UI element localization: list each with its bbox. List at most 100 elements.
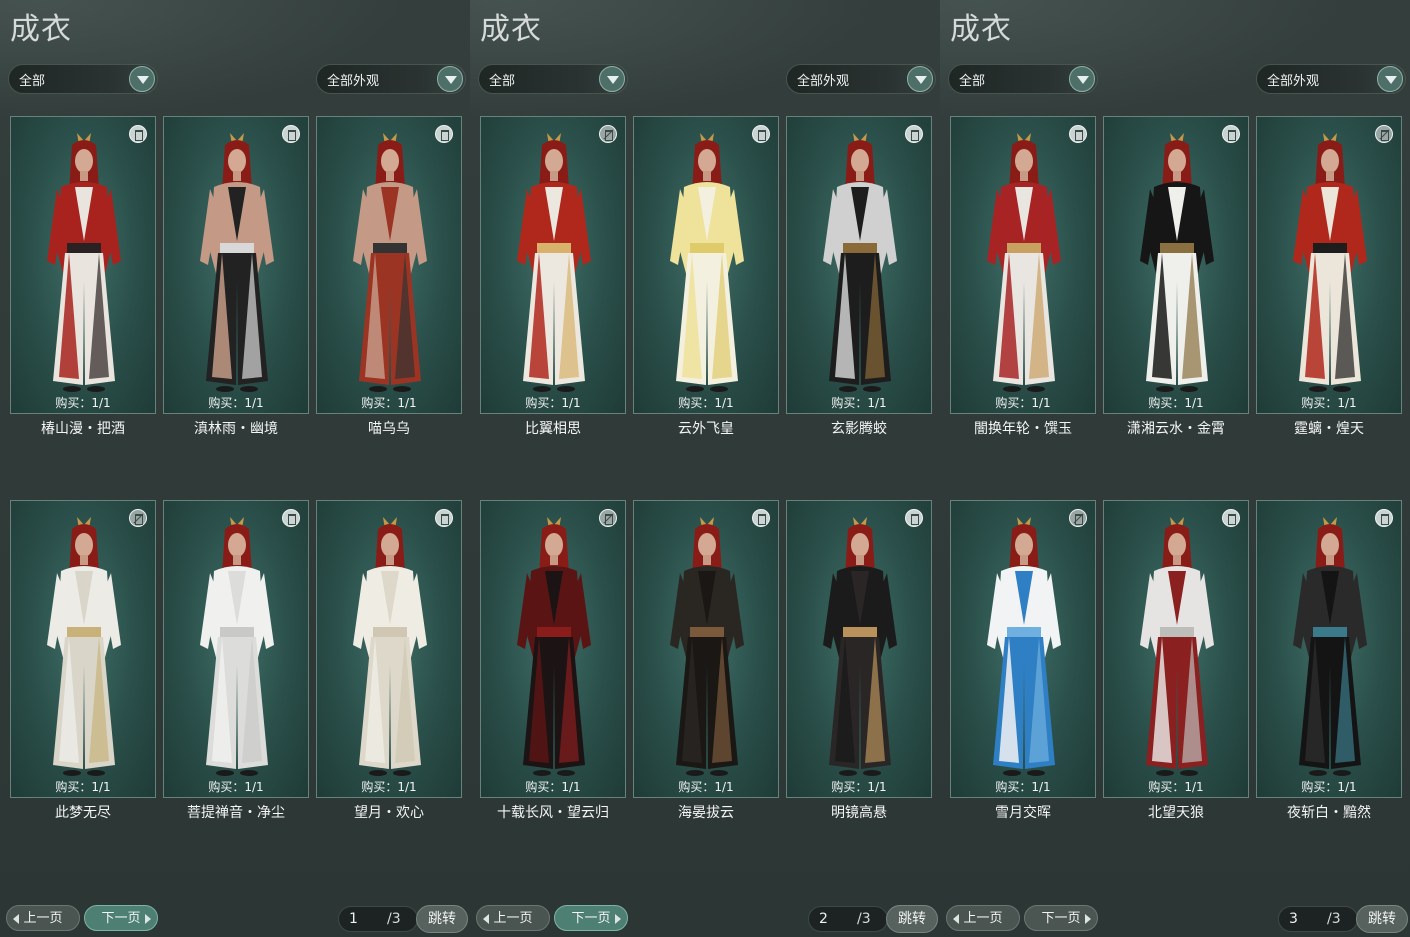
outfit-card[interactable]: 购买：1/1 bbox=[950, 500, 1096, 798]
jump-button[interactable]: 跳转 bbox=[416, 905, 468, 933]
trash-icon[interactable] bbox=[1375, 509, 1393, 527]
current-page: 2 bbox=[819, 911, 828, 927]
prev-page-button[interactable]: 上一页 bbox=[476, 905, 550, 931]
purchase-count: 购买：1/1 bbox=[1257, 778, 1401, 795]
purchase-count-text: 购买：1/1 bbox=[831, 396, 887, 410]
next-page-button[interactable]: 下一页 bbox=[84, 905, 158, 931]
purchase-count-text: 购买：1/1 bbox=[678, 396, 734, 410]
outfit-card[interactable]: 购买：1/1 bbox=[316, 116, 462, 414]
trash-icon[interactable] bbox=[1069, 125, 1087, 143]
jump-button[interactable]: 跳转 bbox=[1356, 905, 1408, 933]
appearance-filter-dropdown[interactable]: 全部外观 bbox=[316, 64, 466, 94]
outfit-card[interactable]: 购买：1/1 bbox=[1103, 116, 1249, 414]
outfit-preview-image bbox=[47, 517, 121, 776]
prev-page-button[interactable]: 上一页 bbox=[946, 905, 1020, 931]
trash-icon[interactable] bbox=[752, 509, 770, 527]
trash-icon[interactable] bbox=[599, 125, 617, 143]
outfit-card[interactable]: 购买：1/1 bbox=[480, 116, 626, 414]
outfit-preview-image bbox=[353, 133, 427, 392]
trash-icon[interactable] bbox=[1222, 125, 1240, 143]
outfit-card[interactable]: 购买：1/1 bbox=[10, 116, 156, 414]
trash-icon[interactable] bbox=[282, 509, 300, 527]
next-page-button[interactable]: 下一页 bbox=[554, 905, 628, 931]
purchase-count-text: 购买：1/1 bbox=[678, 780, 734, 794]
trash-icon[interactable] bbox=[435, 125, 453, 143]
outfit-name: 椿山漫・把酒 bbox=[41, 421, 125, 437]
appearance-filter-dropdown[interactable]: 全部外观 bbox=[786, 64, 936, 94]
outfit-name: 此梦无尽 bbox=[55, 805, 111, 821]
outfit-name: 滇林雨・幽境 bbox=[194, 421, 278, 437]
category-filter-dropdown[interactable]: 全部 bbox=[478, 64, 628, 94]
purchase-count: 购买：1/1 bbox=[164, 778, 308, 795]
chevron-down-icon[interactable] bbox=[1069, 66, 1095, 92]
page-number-input[interactable]: 1/3 bbox=[338, 906, 418, 932]
prev-page-button[interactable]: 上一页 bbox=[6, 905, 80, 931]
outfit-preview-image bbox=[670, 133, 744, 392]
outfit-card[interactable]: 购买：1/1 bbox=[163, 500, 309, 798]
panel-title: 成衣 bbox=[950, 12, 1012, 47]
purchase-count: 购买：1/1 bbox=[634, 778, 778, 795]
purchase-count-text: 购买：1/1 bbox=[1148, 780, 1204, 794]
outfit-card[interactable]: 购买：1/1 bbox=[786, 116, 932, 414]
outfit-card[interactable]: 购买：1/1 bbox=[1103, 500, 1249, 798]
total-pages: /3 bbox=[387, 911, 401, 927]
chevron-down-icon[interactable] bbox=[1377, 66, 1403, 92]
panel-title: 成衣 bbox=[10, 12, 72, 47]
outfit-card[interactable]: 购买：1/1 bbox=[950, 116, 1096, 414]
chevron-down-icon[interactable] bbox=[599, 66, 625, 92]
outfit-name: 云外飞皇 bbox=[678, 421, 734, 437]
outfit-name: 比翼相思 bbox=[525, 421, 581, 437]
outfit-preview-image bbox=[200, 517, 274, 776]
trash-icon[interactable] bbox=[282, 125, 300, 143]
trash-icon[interactable] bbox=[752, 125, 770, 143]
trash-icon[interactable] bbox=[129, 125, 147, 143]
purchase-count: 购买：1/1 bbox=[1257, 394, 1401, 411]
outfit-card[interactable]: 购买：1/1 bbox=[633, 116, 779, 414]
outfit-name: 潇湘云水・金霄 bbox=[1127, 421, 1225, 437]
outfit-preview-image bbox=[47, 133, 121, 392]
trash-icon[interactable] bbox=[129, 509, 147, 527]
outfit-preview-image bbox=[517, 133, 591, 392]
next-page-button[interactable]: 下一页 bbox=[1024, 905, 1098, 931]
purchase-count-text: 购买：1/1 bbox=[1301, 780, 1357, 794]
appearance-filter-label: 全部外观 bbox=[1267, 74, 1320, 89]
outfit-card[interactable]: 购买：1/1 bbox=[633, 500, 779, 798]
category-filter-label: 全部 bbox=[489, 74, 516, 89]
outfit-name: 霆螭・煌天 bbox=[1294, 421, 1364, 437]
trash-icon[interactable] bbox=[599, 509, 617, 527]
chevron-down-icon[interactable] bbox=[907, 66, 933, 92]
chevron-down-icon[interactable] bbox=[129, 66, 155, 92]
trash-icon[interactable] bbox=[1375, 125, 1393, 143]
outfit-card[interactable]: 购买：1/1 bbox=[316, 500, 462, 798]
category-filter-dropdown[interactable]: 全部 bbox=[948, 64, 1098, 94]
purchase-count-text: 购买：1/1 bbox=[55, 396, 111, 410]
current-page: 3 bbox=[1289, 911, 1298, 927]
jump-button[interactable]: 跳转 bbox=[886, 905, 938, 933]
outfit-card[interactable]: 购买：1/1 bbox=[163, 116, 309, 414]
appearance-filter-dropdown[interactable]: 全部外观 bbox=[1256, 64, 1406, 94]
appearance-filter-label: 全部外观 bbox=[327, 74, 380, 89]
trash-icon[interactable] bbox=[435, 509, 453, 527]
page-number-input[interactable]: 3/3 bbox=[1278, 906, 1358, 932]
outfit-card[interactable]: 购买：1/1 bbox=[1256, 500, 1402, 798]
appearance-filter-label: 全部外观 bbox=[797, 74, 850, 89]
category-filter-label: 全部 bbox=[959, 74, 986, 89]
chevron-down-icon[interactable] bbox=[437, 66, 463, 92]
outfit-preview-image bbox=[1140, 133, 1214, 392]
outfit-card[interactable]: 购买：1/1 bbox=[480, 500, 626, 798]
purchase-count: 购买：1/1 bbox=[787, 394, 931, 411]
outfit-card[interactable]: 购买：1/1 bbox=[1256, 116, 1402, 414]
purchase-count: 购买：1/1 bbox=[1104, 394, 1248, 411]
trash-icon[interactable] bbox=[1222, 509, 1240, 527]
trash-icon[interactable] bbox=[905, 509, 923, 527]
purchase-count-text: 购买：1/1 bbox=[1301, 396, 1357, 410]
outfit-name: 夜斩白・黯然 bbox=[1287, 805, 1371, 821]
category-filter-dropdown[interactable]: 全部 bbox=[8, 64, 158, 94]
page-number-input[interactable]: 2/3 bbox=[808, 906, 888, 932]
trash-icon[interactable] bbox=[1069, 509, 1087, 527]
outfit-card[interactable]: 购买：1/1 bbox=[10, 500, 156, 798]
outfit-card[interactable]: 购买：1/1 bbox=[786, 500, 932, 798]
purchase-count-text: 购买：1/1 bbox=[361, 396, 417, 410]
trash-icon[interactable] bbox=[905, 125, 923, 143]
total-pages: /3 bbox=[1327, 911, 1341, 927]
